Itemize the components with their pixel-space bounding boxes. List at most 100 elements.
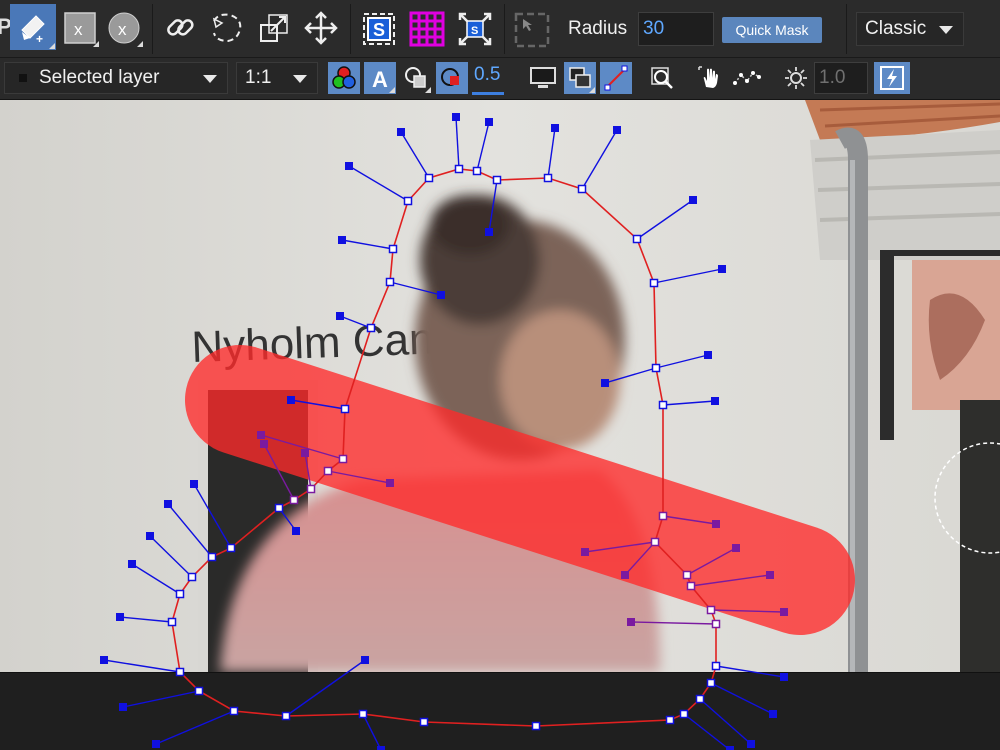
tool-partial-icon[interactable]: P <box>0 8 12 48</box>
flash-button[interactable] <box>874 62 910 94</box>
path-anchor-point[interactable] <box>682 570 692 580</box>
bezier-handle-point[interactable] <box>766 571 774 579</box>
path-anchor-point[interactable] <box>706 678 716 688</box>
path-anchor-point[interactable] <box>229 706 239 716</box>
bezier-handle-point[interactable] <box>301 449 309 457</box>
bezier-handle-point[interactable] <box>397 128 405 136</box>
path-anchor-point[interactable] <box>403 196 413 206</box>
path-anchor-point[interactable] <box>492 175 502 185</box>
selection-path[interactable] <box>171 168 717 727</box>
path-anchor-point[interactable] <box>543 173 553 183</box>
path-anchor-point[interactable] <box>175 589 185 599</box>
path-anchor-point[interactable] <box>175 667 185 677</box>
bezier-handle-point[interactable] <box>292 527 300 535</box>
path-anchor-point[interactable] <box>632 234 642 244</box>
path-anchor-point[interactable] <box>358 709 368 719</box>
bezier-handle-point[interactable] <box>119 703 127 711</box>
path-anchor-point[interactable] <box>274 503 284 513</box>
bezier-handle-point[interactable] <box>704 351 712 359</box>
layers-button[interactable] <box>564 62 596 94</box>
quick-mask-button[interactable]: Quick Mask <box>722 17 822 43</box>
bezier-handle-point[interactable] <box>164 500 172 508</box>
bezier-handle-point[interactable] <box>732 544 740 552</box>
bezier-handle-point[interactable] <box>100 656 108 664</box>
path-anchor-point[interactable] <box>419 717 429 727</box>
path-anchor-point[interactable] <box>207 552 217 562</box>
path-anchor-point[interactable] <box>665 715 675 725</box>
bezier-handle-point[interactable] <box>146 532 154 540</box>
bezier-handle-point[interactable] <box>437 291 445 299</box>
mask-button[interactable] <box>436 62 468 94</box>
bezier-handle-point[interactable] <box>726 746 734 750</box>
bezier-handle-point[interactable] <box>287 396 295 404</box>
brush-add-tool-button[interactable]: + <box>10 4 56 50</box>
path-anchor-point[interactable] <box>289 495 299 505</box>
eraser-square-button[interactable]: x <box>60 8 100 48</box>
scale-button[interactable] <box>254 8 294 48</box>
path-anchor-point[interactable] <box>531 721 541 731</box>
path-anchor-point[interactable] <box>711 661 721 671</box>
path-anchor-point[interactable] <box>695 694 705 704</box>
bezier-handle-point[interactable] <box>190 480 198 488</box>
bezier-handle-point[interactable] <box>336 312 344 320</box>
bezier-handle-point[interactable] <box>711 397 719 405</box>
lasso-button[interactable] <box>206 8 248 48</box>
bezier-handle-point[interactable] <box>128 560 136 568</box>
bezier-handle-point[interactable] <box>689 196 697 204</box>
bezier-handle-point[interactable] <box>601 379 609 387</box>
bezier-handle-point[interactable] <box>627 618 635 626</box>
bezier-handle-point[interactable] <box>780 608 788 616</box>
path-anchor-point[interactable] <box>658 511 668 521</box>
path-anchor-point[interactable] <box>340 404 350 414</box>
path-anchor-point[interactable] <box>472 166 482 176</box>
bezier-handle-point[interactable] <box>386 479 394 487</box>
eraser-circle-button[interactable]: x <box>104 8 144 48</box>
path-anchor-point[interactable] <box>686 581 696 591</box>
selection-path-overlay[interactable] <box>0 100 1000 750</box>
path-anchor-point[interactable] <box>306 484 316 494</box>
bezier-handle-point[interactable] <box>712 520 720 528</box>
path-anchor-point[interactable] <box>366 323 376 333</box>
bezier-handle-point[interactable] <box>116 613 124 621</box>
bezier-handle-point[interactable] <box>377 746 385 750</box>
line-button[interactable] <box>600 62 632 94</box>
mode-dropdown[interactable]: Classic <box>856 12 964 46</box>
bezier-handle-point[interactable] <box>581 548 589 556</box>
path-anchor-point[interactable] <box>281 711 291 721</box>
hand-button[interactable] <box>694 62 726 94</box>
path-anchor-point[interactable] <box>388 244 398 254</box>
smart-select-button[interactable]: S <box>358 8 400 50</box>
bezier-handle-point[interactable] <box>780 673 788 681</box>
bezier-handle-point[interactable] <box>718 265 726 273</box>
bezier-handle-point[interactable] <box>452 113 460 121</box>
path-anchor-point[interactable] <box>194 686 204 696</box>
bezier-handle-point[interactable] <box>613 126 621 134</box>
overlay-button[interactable] <box>400 62 432 94</box>
bezier-handle-point[interactable] <box>485 228 493 236</box>
grid-button[interactable] <box>406 8 448 50</box>
layer-dropdown[interactable]: Selected layer <box>4 62 228 94</box>
bezier-handle-point[interactable] <box>338 236 346 244</box>
path-anchor-point[interactable] <box>706 605 716 615</box>
path-anchor-point[interactable] <box>649 278 659 288</box>
move-button[interactable] <box>300 8 342 48</box>
bezier-handle-point[interactable] <box>152 740 160 748</box>
path-anchor-point[interactable] <box>679 709 689 719</box>
bezier-handle-point[interactable] <box>361 656 369 664</box>
zoom-button[interactable] <box>646 62 678 94</box>
path-anchor-point[interactable] <box>226 543 236 553</box>
brightness-input[interactable]: 1.0 <box>814 62 868 94</box>
radius-input[interactable]: 30 <box>638 12 714 46</box>
bezier-handle-point[interactable] <box>747 740 755 748</box>
rect-select-button[interactable] <box>510 8 554 52</box>
path-anchor-point[interactable] <box>424 173 434 183</box>
path-anchor-point[interactable] <box>385 277 395 287</box>
monitor-button[interactable] <box>526 62 560 94</box>
bezier-handle-point[interactable] <box>345 162 353 170</box>
bezier-handle-point[interactable] <box>621 571 629 579</box>
brightness-button[interactable] <box>780 62 812 94</box>
path-anchor-point[interactable] <box>187 572 197 582</box>
path-anchor-point[interactable] <box>651 363 661 373</box>
path-anchor-point[interactable] <box>338 454 348 464</box>
bezier-handle-point[interactable] <box>485 118 493 126</box>
